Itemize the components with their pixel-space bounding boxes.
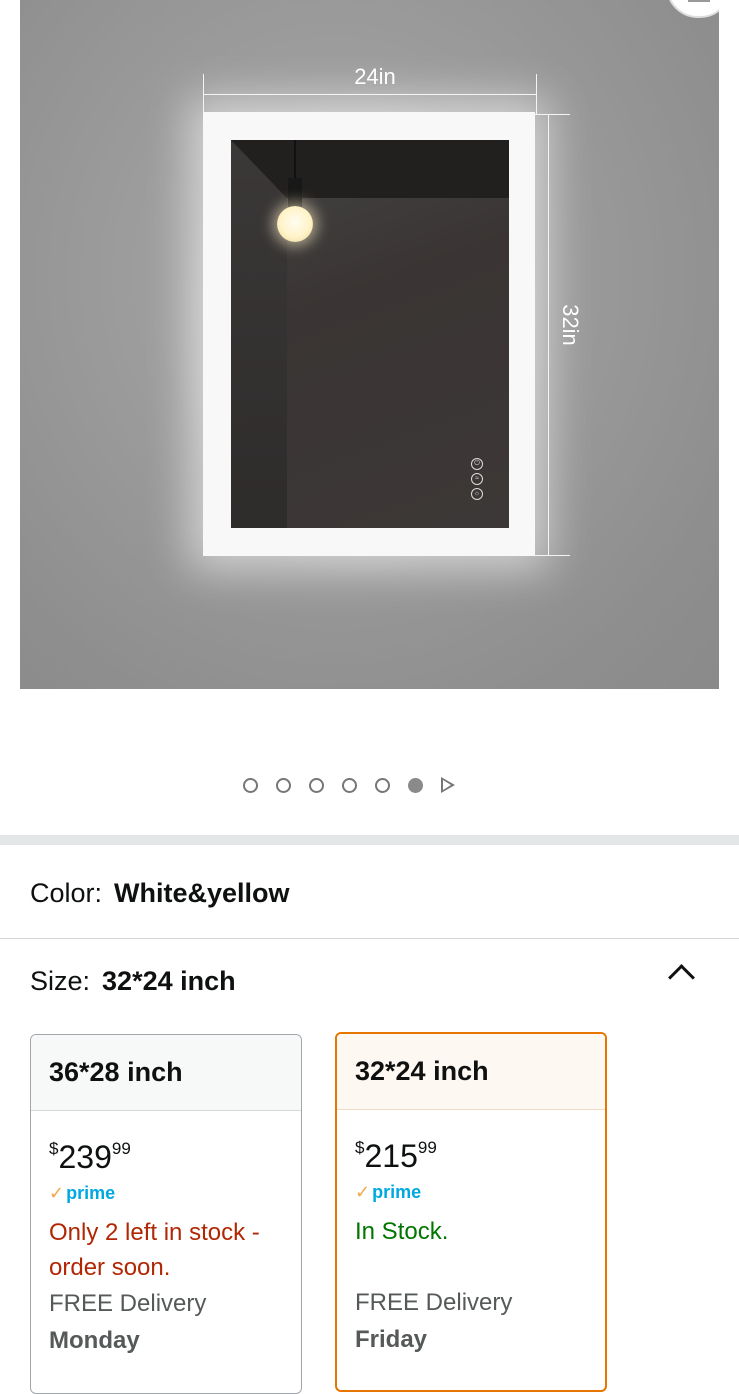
prime-badge: ✓ prime (49, 1183, 301, 1205)
height-tick-top (530, 114, 570, 115)
price-whole: 215 (364, 1138, 418, 1174)
dimmer-icon: ☼ (471, 488, 483, 500)
play-video-icon[interactable] (441, 777, 455, 793)
chevron-up-icon[interactable] (668, 964, 695, 991)
carousel-dot-4[interactable] (342, 777, 357, 793)
size-option-32x24[interactable]: 32*24 inch $21599 ✓ prime In Stock. FREE … (335, 1032, 607, 1392)
size-selector[interactable]: Size: 32*24 inch (30, 966, 236, 997)
size-value: 32*24 inch (102, 966, 236, 996)
delivery-day: Friday (355, 1326, 428, 1353)
width-dimension-label: 24in (354, 64, 396, 89)
delivery-text: FREE Delivery (49, 1290, 207, 1317)
size-option-name: 32*24 inch (337, 1034, 605, 1110)
price-fraction: 99 (417, 1138, 437, 1157)
carousel-dot-3[interactable] (309, 777, 324, 793)
width-dimension-line (203, 94, 536, 95)
image-carousel-dots (243, 774, 455, 796)
size-option-price: $21599 (355, 1130, 605, 1174)
size-option-price: $23999 (49, 1131, 301, 1175)
prime-badge: ✓ prime (355, 1182, 605, 1204)
height-tick-bottom (530, 555, 570, 556)
price-fraction: 99 (111, 1139, 131, 1158)
close-button[interactable] (666, 0, 719, 18)
carousel-dot-2[interactable] (276, 777, 291, 793)
carousel-dot-6-active[interactable] (408, 777, 423, 793)
lamp-cord (294, 140, 296, 180)
prime-label: prime (66, 1183, 116, 1203)
size-option-36x28[interactable]: 36*28 inch $23999 ✓ prime Only 2 left in … (30, 1034, 302, 1394)
product-image[interactable]: ⏻ ≈ ☼ 24in 32in (20, 0, 719, 689)
mirror-glass: ⏻ ≈ ☼ (231, 140, 509, 528)
height-dimension-label: 32in (558, 304, 583, 346)
delivery-day: Monday (49, 1327, 140, 1354)
delivery-text: FREE Delivery (355, 1289, 513, 1316)
defog-icon: ≈ (471, 473, 483, 485)
reflection-wall (231, 140, 287, 528)
carousel-dot-5[interactable] (375, 777, 390, 793)
light-bulb-icon (277, 206, 313, 242)
size-option-name: 36*28 inch (31, 1035, 301, 1111)
section-separator (0, 835, 739, 845)
prime-check-icon: ✓ (355, 1182, 371, 1202)
mirror-frame: ⏻ ≈ ☼ (203, 112, 535, 556)
divider (0, 938, 739, 939)
color-label: Color: (30, 878, 103, 908)
power-icon: ⏻ (471, 458, 483, 470)
width-tick-right (536, 74, 537, 114)
stock-status: In Stock. (355, 1218, 449, 1245)
color-value: White&yellow (114, 878, 290, 908)
touch-controls: ⏻ ≈ ☼ (471, 458, 483, 500)
height-dimension-line (548, 114, 549, 555)
width-tick-left (203, 74, 204, 114)
carousel-dot-1[interactable] (243, 777, 258, 793)
prime-check-icon: ✓ (49, 1183, 65, 1203)
color-selector[interactable]: Color: White&yellow (30, 878, 290, 909)
prime-label: prime (372, 1182, 422, 1202)
size-label: Size: (30, 966, 91, 996)
price-whole: 239 (58, 1139, 112, 1175)
stock-status: Only 2 left in stock - order soon. (49, 1219, 260, 1281)
